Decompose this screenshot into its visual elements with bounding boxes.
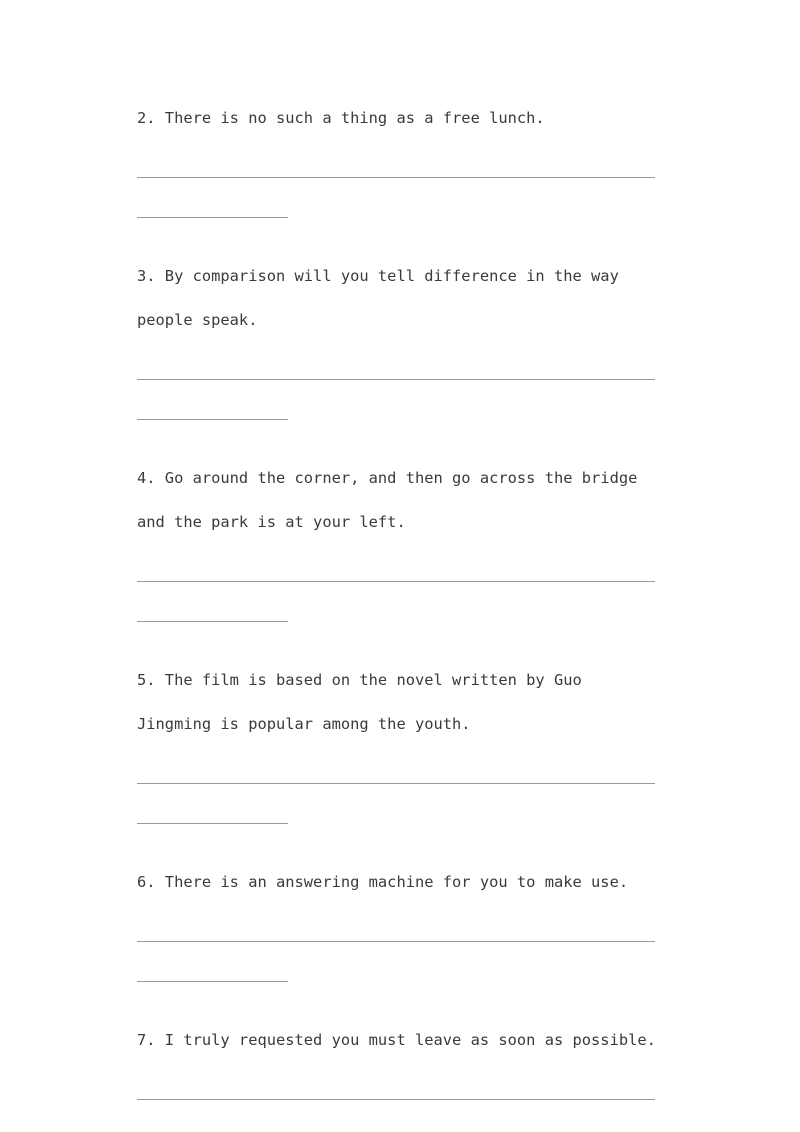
answer-block [137,904,663,1018]
exercise-item: 6. There is an answering machine for you… [137,860,663,1018]
exercise-sentence: 7. I truly requested you must leave as s… [137,1031,656,1049]
answer-block [137,746,663,860]
answer-block [137,1062,663,1132]
exercise-item: 4. Go around the corner, and then go acr… [137,456,663,658]
document-page: 2. There is no such a thing as a free lu… [0,0,800,1132]
exercise-item: 3. By comparison will you tell differenc… [137,254,663,456]
exercise-item: 7. I truly requested you must leave as s… [137,1018,663,1132]
answer-block [137,544,663,658]
exercise-item: 2. There is no such a thing as a free lu… [137,96,663,254]
exercise-sentence: 2. There is no such a thing as a free lu… [137,109,545,127]
exercise-sentence: 4. Go around the corner, and then go acr… [137,469,647,531]
exercise-sentence: 3. By comparison will you tell differenc… [137,267,629,329]
answer-block [137,342,663,456]
exercise-list: 2. There is no such a thing as a free lu… [137,96,663,1132]
exercise-sentence: 6. There is an answering machine for you… [137,873,629,891]
exercise-item: 5. The film is based on the novel writte… [137,658,663,860]
exercise-sentence: 5. The film is based on the novel writte… [137,671,592,733]
answer-block [137,140,663,254]
